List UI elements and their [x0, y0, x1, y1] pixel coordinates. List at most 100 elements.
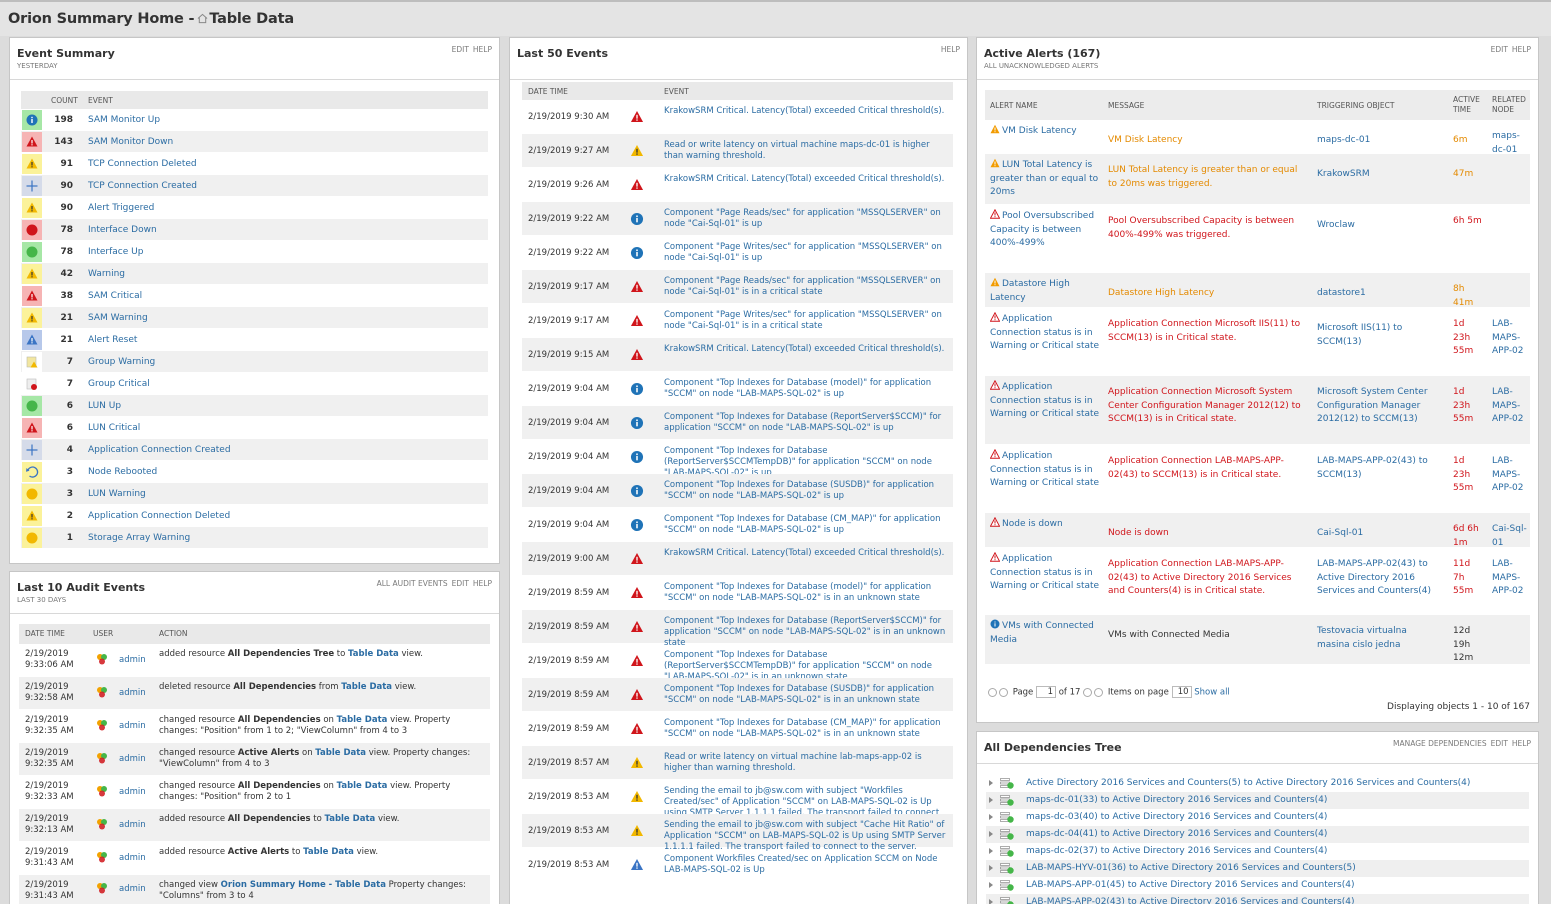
triggering-object-link[interactable]: Wroclaw: [1317, 219, 1441, 233]
event-message-link[interactable]: KrakowSRM Critical. Latency(Total) excee…: [664, 174, 949, 185]
event-link[interactable]: Storage Array Warning: [88, 533, 190, 543]
event-link[interactable]: LUN Critical: [88, 423, 140, 433]
col-action[interactable]: ACTION: [159, 629, 188, 638]
alert-message-link[interactable]: VMs with Connected Media: [1108, 629, 1308, 643]
alert-message-link[interactable]: VM Disk Latency: [1108, 134, 1308, 148]
event-message-link[interactable]: Component "Top Indexes for Database (CM_…: [664, 718, 949, 740]
help-link[interactable]: HELP: [473, 579, 492, 588]
alert-name-link[interactable]: VMs with Connected Media: [990, 621, 1094, 645]
alert-name-link[interactable]: VM Disk Latency: [1002, 126, 1077, 136]
view-link[interactable]: Table Data: [303, 847, 354, 857]
last-page-button[interactable]: [1094, 687, 1104, 697]
event-link[interactable]: Interface Up: [88, 247, 143, 257]
expand-arrow-icon[interactable]: [989, 882, 993, 888]
alert-name-link[interactable]: Datastore High Latency: [990, 279, 1070, 303]
event-message-link[interactable]: Component "Top Indexes for Database (mod…: [664, 582, 949, 604]
alert-name-link[interactable]: Application Connection status is in Warn…: [990, 451, 1099, 488]
help-link[interactable]: HELP: [1512, 45, 1531, 54]
view-link[interactable]: Orion Summary Home - Table Data: [221, 880, 386, 890]
view-link[interactable]: Table Data: [348, 649, 399, 659]
triggering-object-link[interactable]: maps-dc-01: [1317, 134, 1441, 148]
audit-user-link[interactable]: admin: [119, 820, 146, 831]
event-message-link[interactable]: Read or write latency on virtual machine…: [664, 140, 949, 162]
dependency-link[interactable]: LAB-MAPS-HYV-01(36) to Active Directory …: [1026, 863, 1356, 873]
event-link[interactable]: SAM Critical: [88, 291, 142, 301]
alert-name-link[interactable]: Node is down: [1002, 519, 1063, 529]
col-triggering-object[interactable]: TRIGGERING OBJECT: [1317, 101, 1394, 110]
related-node-link[interactable]: LAB-MAPS-APP-02: [1492, 455, 1532, 496]
event-message-link[interactable]: Component Workfiles Created/sec on Appli…: [664, 854, 949, 876]
alert-name-link[interactable]: Application Connection status is in Warn…: [990, 554, 1099, 591]
col-alert-name[interactable]: ALERT NAME: [990, 101, 1038, 110]
dependency-link[interactable]: LAB-MAPS-APP-02(43) to Active Directory …: [1026, 897, 1354, 904]
event-link[interactable]: Node Rebooted: [88, 467, 157, 477]
page-input[interactable]: 1: [1035, 686, 1056, 698]
expand-arrow-icon[interactable]: [989, 899, 993, 904]
event-message-link[interactable]: Component "Top Indexes for Database (SUS…: [664, 480, 949, 502]
alert-name-link[interactable]: LUN Total Latency is greater than or equ…: [990, 160, 1098, 197]
expand-arrow-icon[interactable]: [989, 865, 993, 871]
alert-message-link[interactable]: Application Connection LAB-MAPS-APP-02(4…: [1108, 558, 1308, 599]
col-event[interactable]: EVENT: [664, 87, 689, 96]
event-link[interactable]: Alert Reset: [88, 335, 137, 345]
triggering-object-link[interactable]: Microsoft IIS(11) to SCCM(13): [1317, 322, 1441, 349]
triggering-object-link[interactable]: KrakowSRM: [1317, 168, 1441, 182]
edit-link[interactable]: EDIT: [1491, 45, 1508, 54]
audit-user-link[interactable]: admin: [119, 721, 146, 732]
dependency-link[interactable]: LAB-MAPS-APP-01(45) to Active Directory …: [1026, 880, 1354, 890]
event-link[interactable]: LUN Warning: [88, 489, 146, 499]
help-link[interactable]: HELP: [473, 45, 492, 54]
next-page-button[interactable]: [1083, 687, 1093, 697]
triggering-object-link[interactable]: LAB-MAPS-APP-02(43) to SCCM(13): [1317, 455, 1441, 482]
event-message-link[interactable]: Component "Page Writes/sec" for applicat…: [664, 310, 949, 332]
event-link[interactable]: Interface Down: [88, 225, 157, 235]
col-date[interactable]: DATE TIME: [528, 87, 568, 96]
view-link[interactable]: Table Data: [325, 814, 376, 824]
event-message-link[interactable]: Component "Top Indexes for Database (SUS…: [664, 684, 949, 706]
triggering-object-link[interactable]: Microsoft System Center Configuration Ma…: [1317, 386, 1441, 427]
alert-message-link[interactable]: Application Connection Microsoft System …: [1108, 386, 1308, 427]
items-per-page-input[interactable]: 10: [1171, 686, 1192, 698]
event-link[interactable]: LUN Up: [88, 401, 121, 411]
event-link[interactable]: Group Warning: [88, 357, 155, 367]
col-event[interactable]: EVENT: [88, 96, 113, 105]
edit-link[interactable]: EDIT: [452, 45, 469, 54]
view-link[interactable]: Table Data: [337, 715, 388, 725]
alert-name-link[interactable]: Application Connection status is in Warn…: [990, 382, 1099, 419]
event-message-link[interactable]: Component "Top Indexes for Database (CM_…: [664, 514, 949, 536]
help-link[interactable]: HELP: [941, 45, 960, 54]
dependency-link[interactable]: maps-dc-01(33) to Active Directory 2016 …: [1026, 795, 1327, 805]
expand-arrow-icon[interactable]: [989, 814, 993, 820]
related-node-link[interactable]: maps-dc-01: [1492, 130, 1532, 157]
audit-user-link[interactable]: admin: [119, 754, 146, 765]
col-active-time[interactable]: ACTIVE TIME: [1453, 95, 1480, 115]
help-link[interactable]: HELP: [1512, 739, 1531, 748]
triggering-object-link[interactable]: Testovacia virtualna masina cislo jedna: [1317, 625, 1441, 652]
event-message-link[interactable]: KrakowSRM Critical. Latency(Total) excee…: [664, 344, 949, 355]
edit-link[interactable]: EDIT: [1491, 739, 1508, 748]
col-count[interactable]: COUNT: [51, 96, 78, 105]
prev-page-button[interactable]: [999, 687, 1008, 697]
event-message-link[interactable]: Component "Page Reads/sec" for applicati…: [664, 276, 949, 298]
event-link[interactable]: Warning: [88, 269, 125, 279]
event-message-link[interactable]: Component "Top Indexes for Database (mod…: [664, 378, 949, 400]
event-link[interactable]: Group Critical: [88, 379, 150, 389]
triggering-object-link[interactable]: Cai-Sql-01: [1317, 527, 1441, 541]
col-user[interactable]: USER: [93, 629, 113, 638]
event-link[interactable]: Alert Triggered: [88, 203, 154, 213]
triggering-object-link[interactable]: LAB-MAPS-APP-02(43) to Active Directory …: [1317, 558, 1441, 599]
alert-message-link[interactable]: Pool Oversubscribed Capacity is between …: [1108, 215, 1308, 242]
audit-user-link[interactable]: admin: [119, 787, 146, 798]
event-message-link[interactable]: KrakowSRM Critical. Latency(Total) excee…: [664, 106, 949, 117]
alert-message-link[interactable]: Application Connection LAB-MAPS-APP-02(4…: [1108, 455, 1308, 482]
alert-message-link[interactable]: Node is down: [1108, 527, 1308, 541]
dependency-link[interactable]: maps-dc-04(41) to Active Directory 2016 …: [1026, 829, 1327, 839]
dependency-link[interactable]: maps-dc-03(40) to Active Directory 2016 …: [1026, 812, 1327, 822]
audit-user-link[interactable]: admin: [119, 853, 146, 864]
event-message-link[interactable]: Component "Page Writes/sec" for applicat…: [664, 242, 949, 264]
audit-user-link[interactable]: admin: [119, 884, 146, 895]
related-node-link[interactable]: LAB-MAPS-APP-02: [1492, 386, 1532, 427]
event-link[interactable]: SAM Monitor Down: [88, 137, 173, 147]
event-message-link[interactable]: Component "Page Reads/sec" for applicati…: [664, 208, 949, 230]
edit-link[interactable]: EDIT: [452, 579, 469, 588]
